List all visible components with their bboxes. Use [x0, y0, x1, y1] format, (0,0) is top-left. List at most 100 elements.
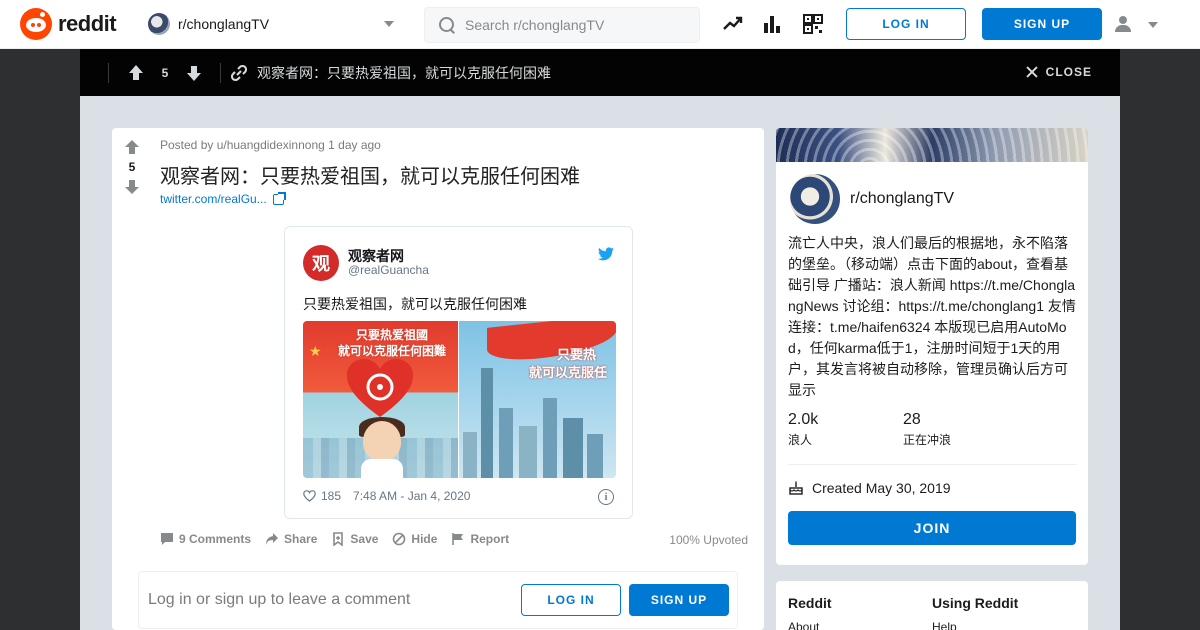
community-banner	[776, 128, 1088, 162]
comment-login-button[interactable]: LOG IN	[521, 584, 621, 616]
members-stat: 2.0k 浪人	[788, 411, 818, 448]
tweet-likes: 185	[321, 489, 342, 503]
media-caption-line: 只要热	[557, 347, 597, 362]
tweet-avatar[interactable]: 观	[303, 245, 339, 281]
share-icon	[266, 533, 279, 545]
downvote-icon[interactable]	[186, 65, 202, 81]
join-button[interactable]: JOIN	[788, 511, 1076, 545]
search-bar[interactable]	[424, 7, 700, 43]
stats-icon[interactable]	[761, 13, 783, 35]
created-label: Created May 30, 2019	[812, 480, 951, 496]
overlay-post-title: 观察者网：只要热爱祖国，就可以克服任何困难	[257, 64, 551, 81]
hide-icon	[393, 532, 406, 546]
post-actions: 9 Comments Share Save Hide Report	[160, 529, 523, 549]
tweet-timestamp[interactable]: 7:48 AM - Jan 4, 2020	[353, 489, 470, 503]
community-switcher[interactable]: r/chonglangTV	[140, 8, 402, 40]
cake-icon	[789, 481, 803, 495]
post-title: 观察者网：只要热爱祖国，就可以克服任何困难	[160, 166, 580, 188]
comment-signup-button[interactable]: SIGN UP	[629, 584, 729, 616]
embedded-tweet[interactable]: 观 观察者网 @realGuancha 只要热爱祖国，就可以克服任何困难 ★ 只…	[284, 226, 633, 519]
downvote-icon[interactable]	[125, 180, 139, 194]
members-label: 浪人	[788, 433, 813, 447]
comment-icon	[161, 533, 173, 545]
header-signup-button[interactable]: SIGN UP	[982, 8, 1102, 40]
post-card: 5 Posted by u/huangdidexinnong 1 day ago…	[112, 128, 764, 630]
media-caption-line: 只要热爱祖國	[355, 328, 428, 342]
hide-button[interactable]: Hide	[392, 532, 437, 546]
upvote-ratio: 100% Upvoted	[669, 533, 748, 547]
close-label: CLOSE	[1045, 65, 1092, 79]
search-icon	[439, 17, 455, 33]
twitter-bird-icon[interactable]	[598, 247, 614, 261]
close-icon	[1026, 66, 1038, 78]
online-stat: 28 正在冲浪	[903, 411, 951, 448]
community-info-card: r/chonglangTV 流亡⼈中央，浪人们最后的根据地，永不陷落的堡垒。（移…	[776, 128, 1088, 565]
tweet-author-handle[interactable]: @realGuancha	[348, 263, 429, 277]
reddit-snoo-icon	[20, 8, 52, 40]
search-input[interactable]	[465, 17, 685, 33]
comments-button[interactable]: 9 Comments	[160, 532, 251, 546]
divider	[108, 62, 109, 83]
upvote-icon[interactable]	[125, 140, 139, 154]
online-count: 28	[903, 411, 921, 428]
comment-login-box: Log in or sign up to leave a comment LOG…	[138, 571, 738, 629]
community-description: 流亡⼈中央，浪人们最后的根据地，永不陷落的堡垒。（移动端）点击下面的about，…	[788, 235, 1076, 398]
created-date: Created May 30, 2019	[788, 480, 951, 496]
chevron-down-icon	[384, 21, 394, 27]
post-score: 5	[128, 160, 136, 174]
community-name[interactable]: r/chonglangTV	[850, 190, 954, 208]
flag-icon	[452, 533, 464, 545]
tweet-image-right[interactable]: 只要热 就可以克服任	[459, 321, 616, 478]
tweet-media[interactable]: ★ 只要热爱祖國 就可以克服任何困難 只要热 就可以克服任	[303, 321, 616, 478]
upvote-icon[interactable]	[128, 64, 144, 81]
community-switcher-label: r/chonglangTV	[178, 16, 270, 32]
members-count: 2.0k	[788, 411, 819, 428]
reddit-logo[interactable]: reddit	[20, 8, 117, 40]
trending-icon[interactable]	[722, 13, 744, 35]
post-overlay-bar: 5 观察者网：只要热爱祖国，就可以克服任何困难 CLOSE	[80, 49, 1120, 96]
top-header: reddit r/chonglangTV LOG IN SIGN UP	[0, 0, 1200, 49]
post-external-link[interactable]: twitter.com/realGu...	[160, 191, 286, 206]
close-button[interactable]: CLOSE	[1026, 65, 1092, 79]
comment-prompt: Log in or sign up to leave a comment	[148, 591, 411, 608]
report-label: Report	[470, 532, 510, 546]
chevron-down-icon	[1148, 22, 1158, 28]
tweet-meta: 185 7:48 AM - Jan 4, 2020	[303, 489, 470, 503]
like-icon[interactable]	[303, 490, 316, 502]
save-label: Save	[350, 532, 379, 546]
share-button[interactable]: Share	[265, 532, 317, 546]
divider	[220, 62, 221, 83]
save-button[interactable]: Save	[331, 532, 378, 546]
post-link-text[interactable]: twitter.com/realGu...	[160, 192, 267, 206]
qr-code-icon[interactable]	[802, 13, 824, 35]
link-icon	[231, 64, 247, 81]
footer-links-card: Reddit About Using Reddit Help	[776, 581, 1088, 630]
user-icon	[1115, 16, 1131, 32]
footer-heading: Reddit	[788, 595, 832, 611]
tweet-image-left[interactable]: ★ 只要热爱祖國 就可以克服任何困難	[303, 321, 458, 478]
footer-link-help[interactable]: Help	[932, 620, 1018, 630]
divider	[788, 464, 1077, 465]
external-link-icon	[272, 191, 286, 205]
community-avatar[interactable]	[788, 172, 842, 226]
community-avatar	[148, 13, 170, 35]
logo-wordmark: reddit	[58, 11, 117, 36]
header-login-button[interactable]: LOG IN	[846, 8, 966, 40]
hide-label: Hide	[411, 532, 438, 546]
star-icon: ★	[309, 343, 322, 359]
footer-link-about[interactable]: About	[788, 620, 832, 630]
bookmark-plus-icon	[333, 532, 344, 546]
report-button[interactable]: Report	[451, 532, 509, 546]
vote-column: 5	[112, 128, 152, 194]
user-menu[interactable]	[1112, 12, 1164, 38]
overlay-score: 5	[161, 65, 169, 80]
footer-col-using-reddit: Using Reddit Help	[932, 595, 1018, 630]
media-caption-line: 就可以克服任何困難	[337, 344, 446, 358]
illustration-girl	[363, 421, 401, 461]
info-icon[interactable]: i	[598, 489, 614, 505]
post-meta[interactable]: Posted by u/huangdidexinnong 1 day ago	[160, 138, 381, 152]
media-caption-line: 就可以克服任	[529, 365, 608, 380]
tweet-text: 只要热爱祖国，就可以克服任何困难	[303, 296, 527, 312]
comments-label: 9 Comments	[179, 532, 252, 546]
footer-col-reddit: Reddit About	[788, 595, 832, 630]
